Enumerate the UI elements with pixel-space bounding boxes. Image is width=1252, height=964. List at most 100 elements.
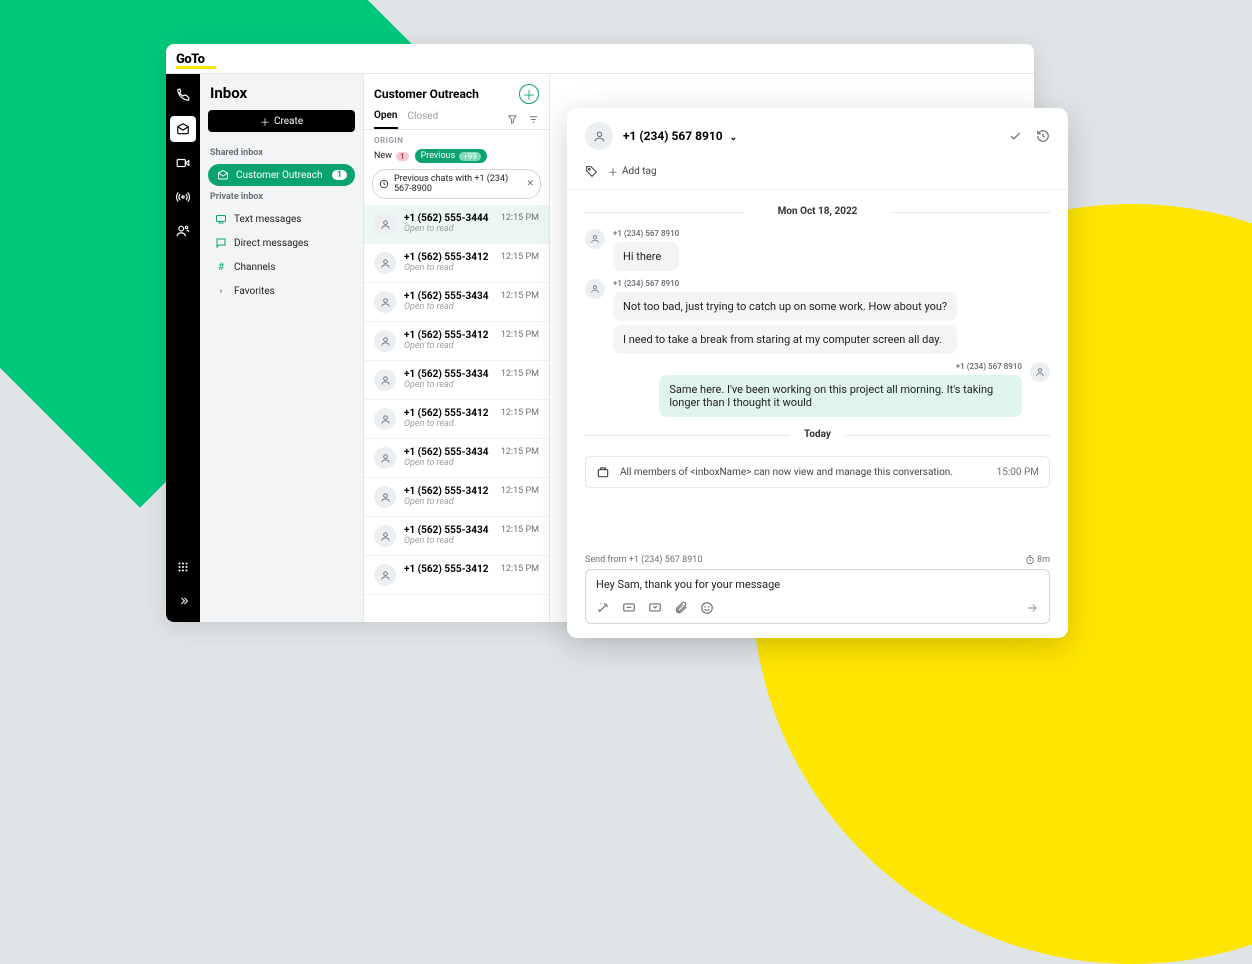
new-count-badge: 1: [396, 152, 409, 161]
avatar-icon: [374, 369, 396, 391]
date-divider-today: Today: [585, 429, 1050, 440]
add-tag-button[interactable]: ＋ Add tag: [608, 164, 657, 179]
nav-video-icon[interactable]: [170, 150, 196, 176]
filter-chip-label: Previous chats with +1 (234) 567-8900: [394, 174, 521, 194]
contact-avatar-icon: [585, 122, 613, 150]
composer-area: Send from +1 (234) 567 8910 8m: [567, 545, 1068, 638]
conversation-item[interactable]: +1 (562) 555-3412Open to read 12:15 PM: [364, 478, 549, 517]
clock-icon: [379, 179, 389, 189]
create-button[interactable]: ＋ Create: [208, 110, 355, 132]
draft-timer: 8m: [1025, 555, 1050, 565]
tab-open[interactable]: Open: [374, 110, 398, 129]
conversation-item[interactable]: +1 (562) 555-3434Open to read 12:15 PM: [364, 517, 549, 556]
inbox-sidebar: Inbox ＋ Create Shared inbox Customer Out…: [200, 74, 364, 622]
avatar-icon: [1030, 362, 1050, 382]
conversation-item[interactable]: +1 (562) 555-3412Open to read 12:15 PM: [364, 244, 549, 283]
conversation-item[interactable]: +1 (562) 555-3412Open to read 12:15 PM: [364, 322, 549, 361]
conversation-detail-panel: +1 (234) 567 8910 ⌄ ＋ Add tag Mon Oct 18…: [567, 108, 1068, 638]
sidebar-item-direct-messages[interactable]: Direct messages: [208, 232, 355, 254]
conversation-item[interactable]: +1 (562) 555-3434Open to read 12:15 PM: [364, 283, 549, 322]
avatar-icon: [585, 229, 605, 249]
message-bubble: I need to take a break from staring at m…: [613, 325, 957, 354]
conversation-scroll[interactable]: +1 (562) 555-3444 Open to read 12:15 PM …: [364, 205, 549, 622]
nav-phone-icon[interactable]: [170, 82, 196, 108]
conversation-item[interactable]: +1 (562) 555-3412 12:15 PM: [364, 556, 549, 595]
sidebar-item-label: Customer Outreach: [236, 170, 322, 181]
send-button[interactable]: [1025, 601, 1039, 615]
shared-inbox-icon: [596, 465, 610, 479]
sidebar-item-label: Channels: [234, 262, 275, 273]
send-from-label: Send from +1 (234) 567 8910: [585, 555, 702, 565]
nav-expand-icon[interactable]: [170, 588, 196, 614]
title-bar: GoTo: [166, 44, 1034, 74]
sidebar-item-favorites[interactable]: › Favorites: [208, 280, 355, 302]
detail-header: +1 (234) 567 8910 ⌄: [567, 108, 1068, 158]
notice-time: 15:00 PM: [997, 467, 1039, 478]
brand-logo: GoTo: [176, 48, 216, 69]
resolve-check-icon[interactable]: [1008, 129, 1022, 143]
sidebar-item-channels[interactable]: # Channels: [208, 256, 355, 278]
avatar-icon: [374, 408, 396, 430]
filter-chip-previous-chats[interactable]: Previous chats with +1 (234) 567-8900 ✕: [372, 169, 541, 199]
message-sender: +1 (234) 567 8910: [956, 362, 1022, 371]
nav-apps-icon[interactable]: [170, 554, 196, 580]
chevron-down-icon: ⌄: [730, 133, 738, 143]
shared-inbox-label: Shared inbox: [210, 148, 355, 158]
inbox-title: Inbox: [208, 84, 355, 102]
hash-icon: #: [214, 260, 228, 274]
template-icon[interactable]: [648, 601, 662, 615]
primary-nav-rail: [166, 74, 200, 622]
new-conversation-button[interactable]: ＋: [519, 84, 539, 104]
sidebar-item-label: Favorites: [234, 286, 275, 297]
message-sender: +1 (234) 567 8910: [613, 229, 679, 238]
magic-wand-icon[interactable]: [596, 601, 610, 615]
sort-icon[interactable]: [528, 114, 539, 125]
nav-contacts-icon[interactable]: [170, 218, 196, 244]
tag-icon: [585, 165, 598, 178]
origin-label: ORIGIN: [364, 130, 549, 145]
sidebar-item-customer-outreach[interactable]: Customer Outreach 1: [208, 164, 355, 186]
nav-inbox-icon[interactable]: [170, 116, 196, 142]
message-thread[interactable]: Mon Oct 18, 2022 +1 (234) 567 8910 Hi th…: [567, 190, 1068, 545]
conversation-number: +1 (562) 555-3444: [404, 213, 493, 224]
avatar-icon: [374, 252, 396, 274]
avatar-icon: [374, 564, 396, 586]
filter-icon[interactable]: [507, 114, 518, 125]
avatar-icon: [585, 279, 605, 299]
chat-icon: [214, 236, 228, 250]
conversation-list-panel: Customer Outreach ＋ Open Closed ORIGIN N…: [364, 74, 550, 622]
plus-icon: ＋: [608, 164, 618, 179]
attachment-icon[interactable]: [674, 601, 688, 615]
avatar-icon: [374, 330, 396, 352]
emoji-icon[interactable]: [700, 601, 714, 615]
conversation-list-title: Customer Outreach: [374, 87, 479, 101]
notice-text: All members of <inboxName> can now view …: [620, 467, 953, 478]
tab-closed[interactable]: Closed: [408, 111, 439, 128]
message-composer[interactable]: [585, 569, 1050, 624]
history-clock-icon[interactable]: [1036, 129, 1050, 143]
avatar-icon: [374, 291, 396, 313]
conversation-item[interactable]: +1 (562) 555-3434Open to read 12:15 PM: [364, 439, 549, 478]
chevron-right-icon: ›: [214, 284, 228, 298]
sidebar-item-label: Direct messages: [234, 238, 309, 249]
conversation-item[interactable]: +1 (562) 555-3434Open to read 12:15 PM: [364, 361, 549, 400]
sidebar-item-text-messages[interactable]: Text messages: [208, 208, 355, 230]
contact-name-dropdown[interactable]: +1 (234) 567 8910 ⌄: [623, 129, 737, 143]
message-input[interactable]: [596, 578, 1039, 591]
message-bubble: Same here. I've been working on this pro…: [659, 375, 1022, 417]
avatar-icon: [374, 447, 396, 469]
conversation-time: 12:15 PM: [501, 213, 539, 235]
filter-new[interactable]: New 1: [374, 151, 409, 161]
filter-previous[interactable]: Previous +99: [415, 149, 487, 163]
system-notice: All members of <inboxName> can now view …: [585, 456, 1050, 488]
quick-reply-icon[interactable]: [622, 601, 636, 615]
nav-broadcast-icon[interactable]: [170, 184, 196, 210]
message-group-inbound: +1 (234) 567 8910 Not too bad, just tryi…: [585, 279, 1050, 354]
inbox-icon: [216, 168, 230, 182]
conversation-item[interactable]: +1 (562) 555-3444 Open to read 12:15 PM: [364, 205, 549, 244]
avatar-icon: [374, 525, 396, 547]
private-inbox-label: Private inbox: [210, 192, 355, 202]
close-icon[interactable]: ✕: [526, 179, 534, 189]
date-divider: Mon Oct 18, 2022: [585, 206, 1050, 217]
conversation-item[interactable]: +1 (562) 555-3412Open to read 12:15 PM: [364, 400, 549, 439]
